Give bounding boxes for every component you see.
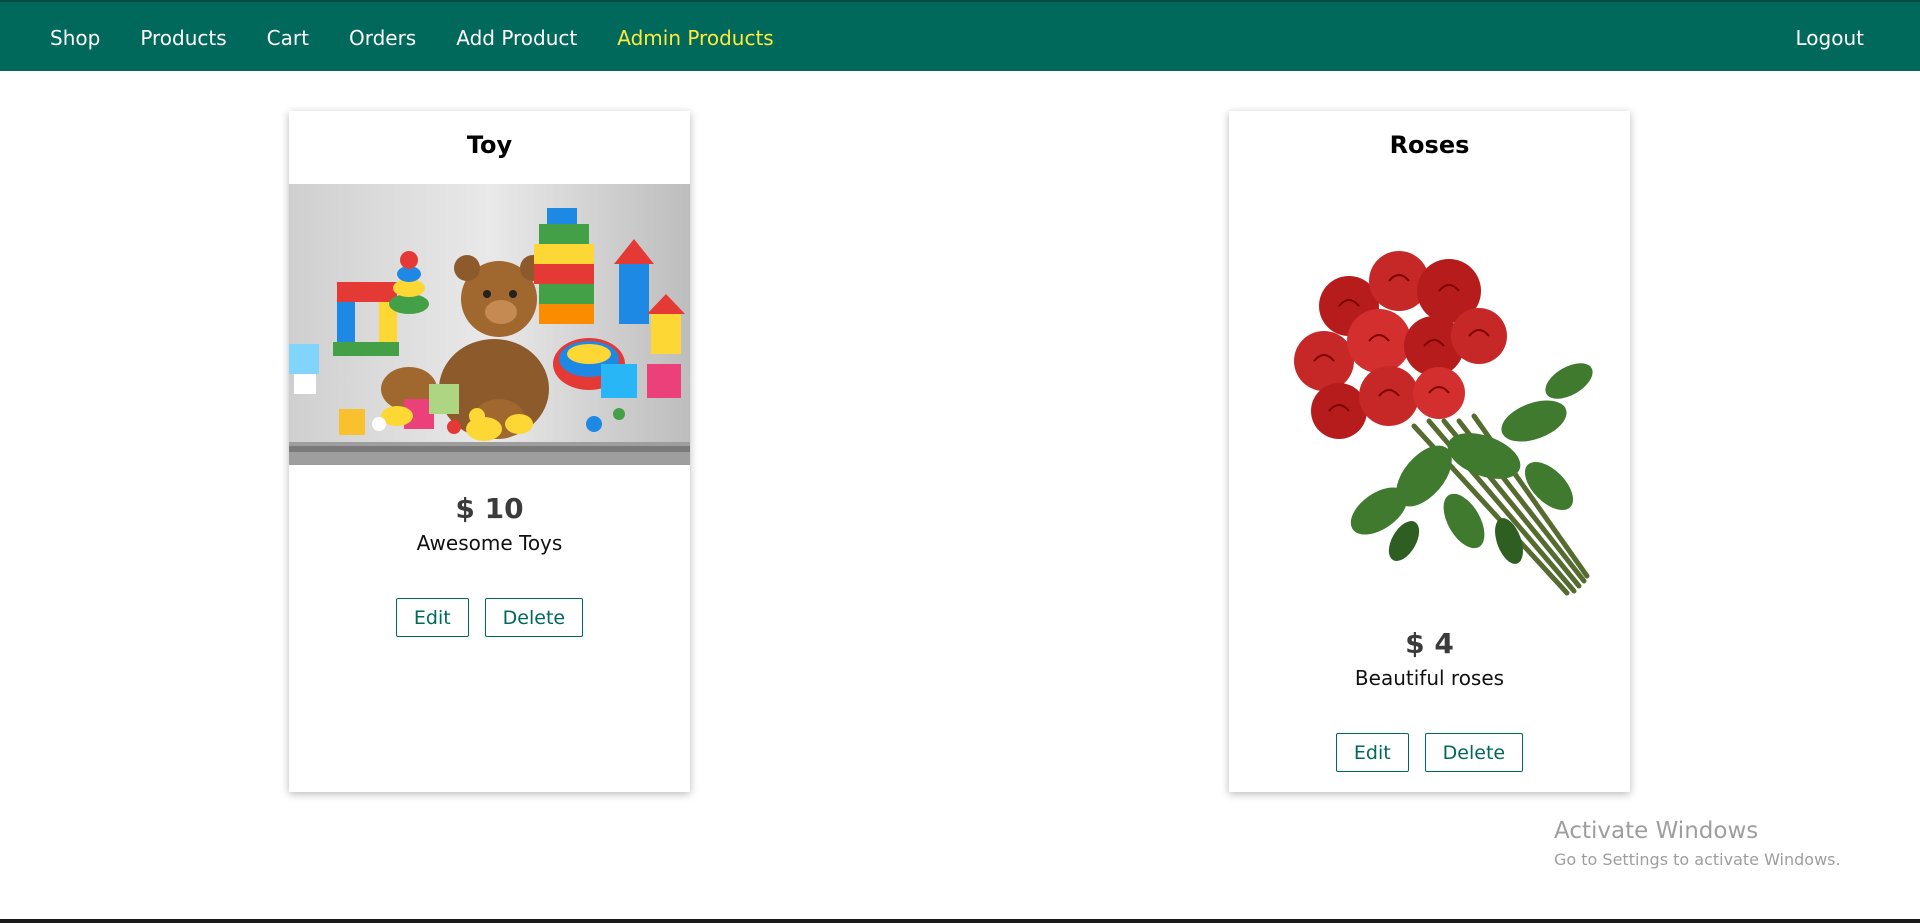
product-image-toys bbox=[289, 184, 690, 465]
watermark-subtitle: Go to Settings to activate Windows. bbox=[1554, 850, 1841, 869]
toys-photo-icon bbox=[289, 184, 690, 465]
product-price: $ 10 bbox=[455, 492, 524, 525]
delete-button[interactable]: Delete bbox=[1424, 733, 1524, 772]
nav-orders[interactable]: Orders bbox=[349, 26, 416, 50]
nav-right: Logout bbox=[1796, 2, 1864, 73]
product-title: Roses bbox=[1389, 131, 1470, 159]
watermark-title: Activate Windows bbox=[1554, 818, 1759, 844]
nav-admin-products[interactable]: Admin Products bbox=[617, 26, 773, 50]
nav-add-product[interactable]: Add Product bbox=[456, 26, 577, 50]
card-actions: Edit Delete bbox=[289, 598, 690, 637]
product-description: Awesome Toys bbox=[416, 531, 563, 555]
nav-cart[interactable]: Cart bbox=[267, 26, 309, 50]
product-image-roses bbox=[1229, 221, 1630, 611]
product-card-roses: Roses $ 4 Beautiful roses Edit Delete bbox=[1229, 111, 1630, 792]
product-title: Toy bbox=[466, 131, 513, 159]
roses-bouquet-photo-icon bbox=[1294, 251, 1593, 596]
product-price: $ 4 bbox=[1405, 627, 1454, 660]
edit-button[interactable]: Edit bbox=[1335, 733, 1409, 772]
card-actions: Edit Delete bbox=[1229, 733, 1630, 772]
delete-button[interactable]: Delete bbox=[484, 598, 584, 637]
edit-button[interactable]: Edit bbox=[395, 598, 469, 637]
nav-products[interactable]: Products bbox=[140, 26, 226, 50]
windows-activation-watermark: Activate Windows Go to Settings to activ… bbox=[1554, 818, 1841, 869]
product-card-toy: Toy $ 10 Awesome Toys Edit Delete bbox=[289, 111, 690, 792]
product-description: Beautiful roses bbox=[1354, 666, 1505, 690]
taskbar-edge bbox=[0, 919, 1920, 923]
main-nav: Shop Products Cart Orders Add Product Ad… bbox=[50, 2, 814, 73]
top-navbar: Shop Products Cart Orders Add Product Ad… bbox=[0, 0, 1920, 71]
logout-link[interactable]: Logout bbox=[1796, 26, 1864, 50]
nav-shop[interactable]: Shop bbox=[50, 26, 100, 50]
